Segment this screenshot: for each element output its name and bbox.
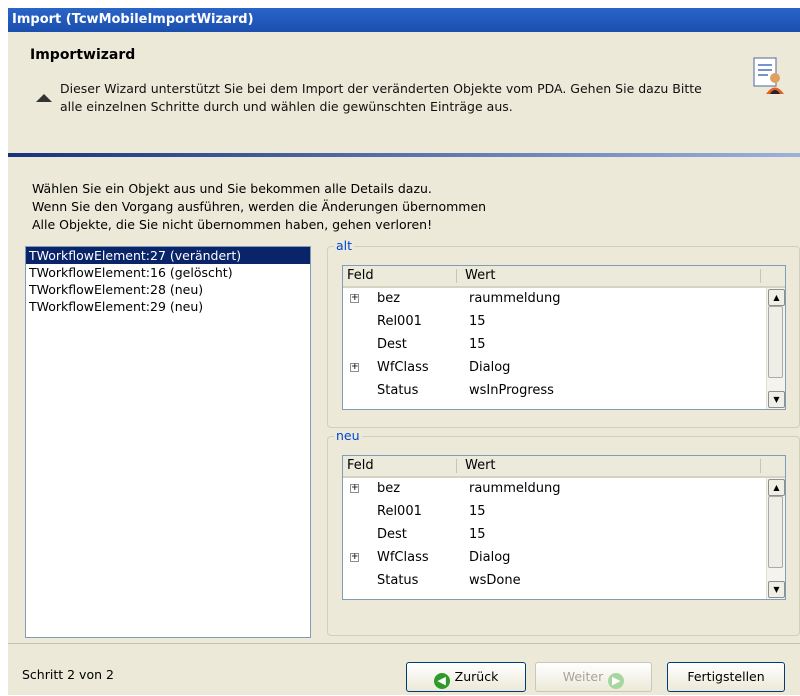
header-divider	[8, 153, 800, 157]
vertical-scrollbar[interactable]: ▲ ▼	[766, 478, 785, 599]
column-separator[interactable]	[456, 459, 457, 473]
list-item[interactable]: TWorkflowElement:28 (neu)	[26, 281, 310, 298]
scroll-thumb[interactable]	[768, 306, 783, 378]
scroll-down-arrow-icon[interactable]: ▼	[768, 581, 785, 598]
alt-legend: alt	[334, 238, 355, 254]
field-cell: bez	[377, 291, 401, 306]
grid-body: + bez raummeldung Rel001 15 Dest 15 + Wf…	[343, 478, 765, 593]
table-row[interactable]: + bez raummeldung	[343, 288, 765, 311]
intro-line: Wählen Sie ein Objekt aus und Sie bekomm…	[32, 181, 432, 196]
back-button[interactable]: ◀ Zurück	[406, 662, 526, 692]
value-cell: 15	[469, 337, 486, 352]
table-row[interactable]: + WfClass Dialog	[343, 357, 765, 380]
value-cell: Dialog	[469, 550, 511, 565]
expand-plus-icon[interactable]: +	[350, 294, 359, 303]
table-row[interactable]: Rel001 15	[343, 311, 765, 334]
document-user-icon	[753, 57, 784, 94]
scroll-up-arrow-icon[interactable]: ▲	[768, 479, 785, 496]
table-row[interactable]: Dest 15	[343, 334, 765, 357]
field-cell: Status	[377, 573, 419, 588]
table-row[interactable]: Status wsDone	[343, 570, 765, 593]
finish-button-label: Fertigstellen	[687, 669, 765, 684]
intro-text: Wählen Sie ein Objekt aus und Sie bekomm…	[32, 180, 592, 234]
neu-groupbox: neu Feld Wert + bez raummeldung Rel001 1…	[327, 428, 800, 636]
column-header-wert[interactable]: Wert	[465, 456, 496, 476]
window-title: Import (TcwMobileImportWizard)	[8, 8, 800, 32]
value-cell: wsInProgress	[469, 383, 554, 398]
arrow-right-icon: ▶	[608, 673, 625, 689]
scroll-down-arrow-icon[interactable]: ▼	[768, 391, 785, 408]
value-cell: raummeldung	[469, 481, 561, 496]
wizard-window: Import (TcwMobileImportWizard) Importwiz…	[8, 8, 800, 695]
table-row[interactable]: + WfClass Dialog	[343, 547, 765, 570]
wizard-description: Dieser Wizard unterstützt Sie bei dem Im…	[60, 81, 702, 114]
step-indicator: Schritt 2 von 2	[22, 667, 114, 682]
triangle-bullet-icon	[36, 94, 52, 102]
intro-line: Wenn Sie den Vorgang ausführen, werden d…	[32, 199, 487, 214]
column-header-feld[interactable]: Feld	[347, 456, 374, 476]
intro-line: Alle Objekte, die Sie nicht übernommen h…	[32, 217, 433, 232]
column-header-wert[interactable]: Wert	[465, 266, 496, 286]
scroll-thumb[interactable]	[768, 496, 783, 568]
expand-plus-icon[interactable]: +	[350, 553, 359, 562]
field-cell: Rel001	[377, 504, 422, 519]
column-separator[interactable]	[760, 269, 761, 283]
vertical-scrollbar[interactable]: ▲ ▼	[766, 288, 785, 409]
expand-plus-icon[interactable]: +	[350, 484, 359, 493]
grid-body: + bez raummeldung Rel001 15 Dest 15 + Wf…	[343, 288, 765, 403]
column-header-feld[interactable]: Feld	[347, 266, 374, 286]
field-cell: Rel001	[377, 314, 422, 329]
neu-grid[interactable]: Feld Wert + bez raummeldung Rel001 15 De…	[342, 455, 786, 600]
next-button[interactable]: Weiter ▶	[535, 662, 652, 692]
field-cell: Dest	[377, 337, 407, 352]
value-cell: Dialog	[469, 360, 511, 375]
wizard-footer: Schritt 2 von 2 ◀ Zurück Weiter ▶ Fertigst…	[8, 643, 800, 696]
field-cell: WfClass	[377, 550, 429, 565]
wizard-header: Importwizard Dieser Wizard unterstützt S…	[8, 32, 800, 152]
neu-legend: neu	[334, 428, 362, 444]
back-button-label: Zurück	[454, 669, 499, 684]
arrow-left-icon: ◀	[433, 673, 450, 689]
object-list[interactable]: TWorkflowElement:27 (verändert) TWorkflo…	[25, 246, 311, 638]
value-cell: 15	[469, 314, 486, 329]
column-separator[interactable]	[456, 269, 457, 283]
list-item[interactable]: TWorkflowElement:16 (gelöscht)	[26, 264, 310, 281]
field-cell: bez	[377, 481, 401, 496]
value-cell: wsDone	[469, 573, 521, 588]
field-cell: Dest	[377, 527, 407, 542]
grid-header: Feld Wert	[343, 266, 785, 288]
finish-button[interactable]: Fertigstellen	[667, 662, 785, 692]
table-row[interactable]: Rel001 15	[343, 501, 765, 524]
value-cell: 15	[469, 527, 486, 542]
list-item[interactable]: TWorkflowElement:27 (verändert)	[26, 247, 310, 264]
alt-grid[interactable]: Feld Wert + bez raummeldung Rel001 15 De…	[342, 265, 786, 410]
field-cell: Status	[377, 383, 419, 398]
wizard-title: Importwizard	[30, 47, 136, 63]
expand-plus-icon[interactable]: +	[350, 363, 359, 372]
field-cell: WfClass	[377, 360, 429, 375]
table-row[interactable]: Dest 15	[343, 524, 765, 547]
scroll-up-arrow-icon[interactable]: ▲	[768, 289, 785, 306]
list-item[interactable]: TWorkflowElement:29 (neu)	[26, 298, 310, 315]
table-row[interactable]: Status wsInProgress	[343, 380, 765, 403]
grid-header: Feld Wert	[343, 456, 785, 478]
next-button-label: Weiter	[562, 669, 604, 684]
column-separator[interactable]	[760, 459, 761, 473]
value-cell: 15	[469, 504, 486, 519]
value-cell: raummeldung	[469, 291, 561, 306]
table-row[interactable]: + bez raummeldung	[343, 478, 765, 501]
alt-groupbox: alt Feld Wert + bez raummeldung Rel001 1…	[327, 238, 800, 428]
